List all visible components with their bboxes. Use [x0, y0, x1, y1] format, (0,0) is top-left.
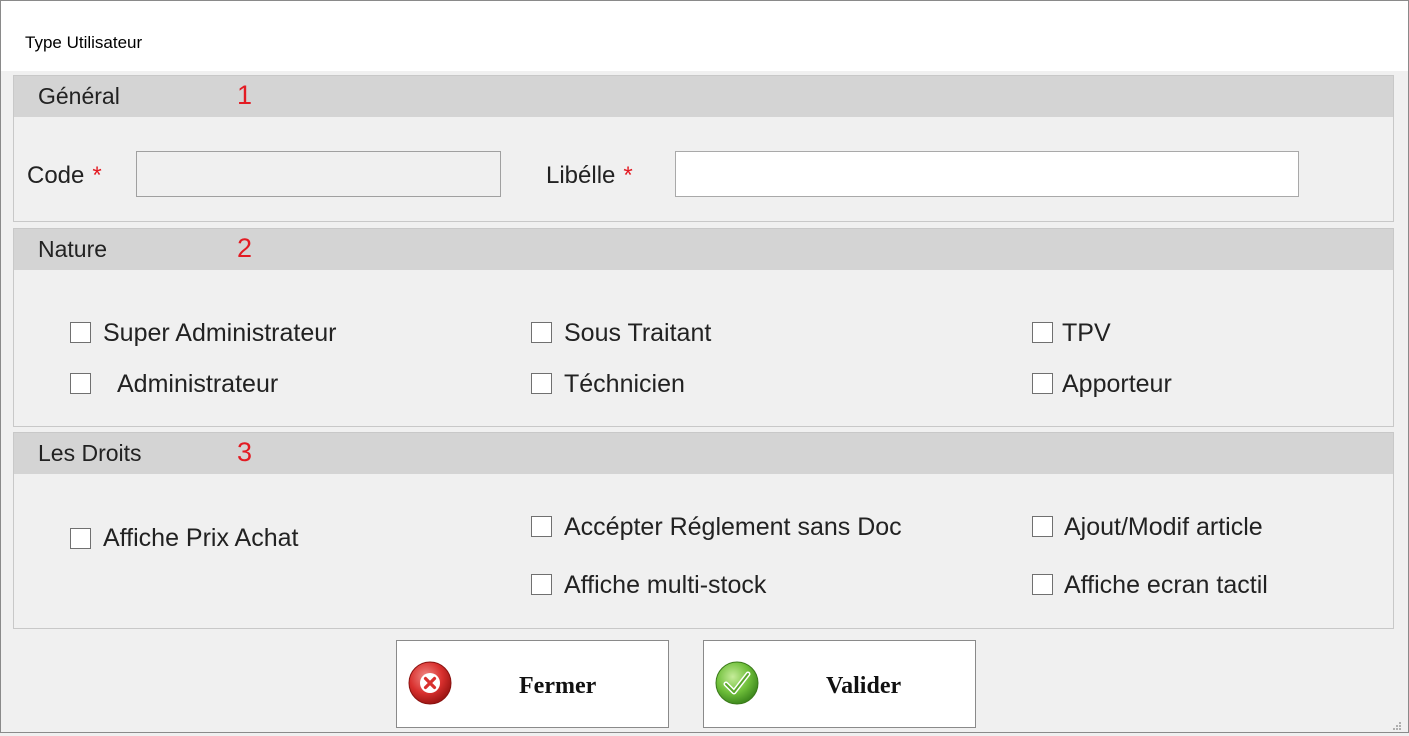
label-affiche-prix-achat: Affiche Prix Achat — [103, 524, 299, 552]
label-affiche-ecran-tactil: Affiche ecran tactil — [1064, 571, 1268, 599]
checkbox-administrateur[interactable] — [70, 373, 91, 394]
checkbox-technicien[interactable] — [531, 373, 552, 394]
dialog-window: Type Utilisateur Général 1 Code * Libélle… — [0, 0, 1409, 733]
validate-button-label: Valider — [826, 673, 902, 699]
section-nature-header: Nature 2 — [14, 229, 1393, 270]
label-sous-traitant: Sous Traitant — [564, 319, 712, 347]
checkbox-affiche-prix-achat[interactable] — [70, 528, 91, 549]
close-button[interactable]: Fermer — [396, 640, 669, 728]
section-nature: Nature 2 Super Administrateur Administra… — [13, 228, 1394, 427]
code-field[interactable] — [136, 151, 501, 197]
checkbox-tpv[interactable] — [1032, 322, 1053, 343]
section-general-title: Général — [38, 83, 120, 109]
close-button-label: Fermer — [519, 673, 597, 699]
section-nature-title: Nature — [38, 236, 108, 262]
checkbox-affiche-multi-stock[interactable] — [531, 574, 552, 595]
section-droits: Les Droits 3 Affiche Prix Achat Accépter… — [13, 432, 1394, 629]
label-accepter-reglement: Accépter Réglement sans Doc — [564, 513, 902, 541]
label-technicien: Téchnicien — [564, 370, 685, 398]
code-label: Code * — [27, 162, 102, 189]
code-required-marker: * — [92, 162, 102, 189]
checkbox-accepter-reglement[interactable] — [531, 516, 552, 537]
validate-button[interactable]: Valider — [703, 640, 976, 728]
libelle-label: Libélle * — [546, 162, 633, 189]
section-general-number: 1 — [237, 80, 253, 110]
section-nature-number: 2 — [237, 233, 253, 263]
checkbox-affiche-ecran-tactil[interactable] — [1032, 574, 1053, 595]
checkmark-icon — [715, 661, 759, 705]
checkbox-sous-traitant[interactable] — [531, 322, 552, 343]
label-tpv: TPV — [1062, 319, 1111, 347]
title-bar: Type Utilisateur — [1, 1, 1408, 71]
label-administrateur: Administrateur — [117, 370, 279, 398]
close-x-icon — [408, 661, 452, 705]
checkbox-ajout-modif-article[interactable] — [1032, 516, 1053, 537]
checkbox-apporteur[interactable] — [1032, 373, 1053, 394]
label-apporteur: Apporteur — [1062, 370, 1172, 398]
section-general: Général 1 Code * Libélle * — [13, 75, 1394, 222]
section-droits-number: 3 — [237, 437, 253, 467]
section-droits-header: Les Droits 3 — [14, 433, 1393, 474]
checkbox-super-administrateur[interactable] — [70, 322, 91, 343]
window-title: Type Utilisateur — [25, 33, 143, 52]
resize-grip-icon[interactable] — [1392, 718, 1402, 730]
label-ajout-modif-article: Ajout/Modif article — [1064, 513, 1263, 541]
section-droits-title: Les Droits — [38, 440, 142, 466]
section-general-header: Général 1 — [14, 76, 1393, 117]
libelle-required-marker: * — [623, 162, 633, 189]
label-super-administrateur: Super Administrateur — [103, 319, 337, 347]
label-affiche-multi-stock: Affiche multi-stock — [564, 571, 767, 599]
libelle-field[interactable] — [675, 151, 1299, 197]
